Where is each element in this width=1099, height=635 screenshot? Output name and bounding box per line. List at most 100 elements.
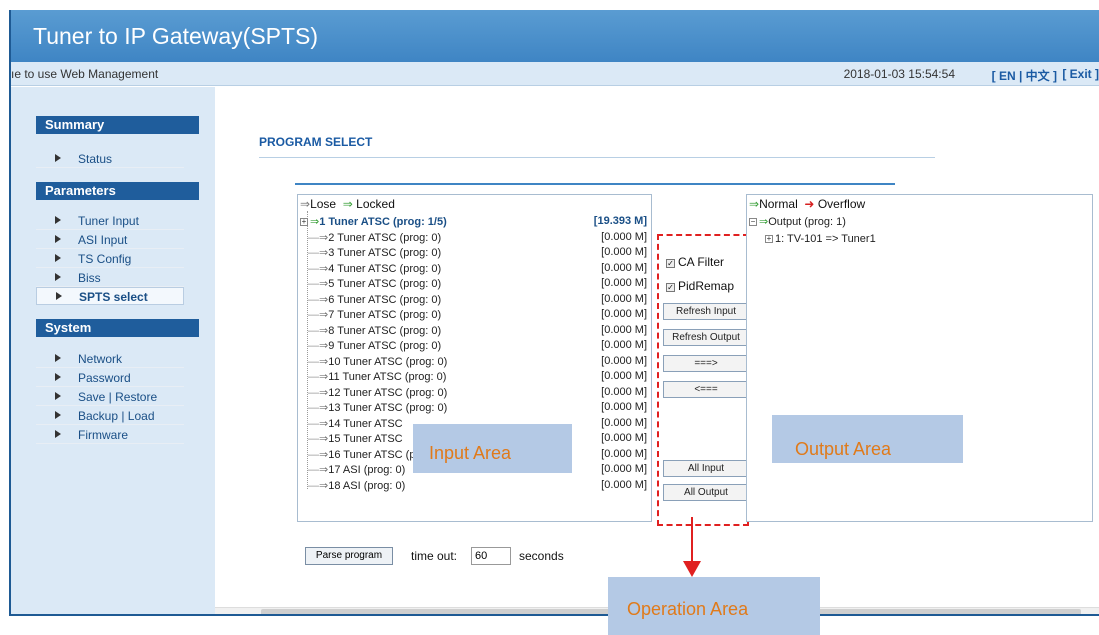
datetime: 2018-01-03 15:54:54 xyxy=(843,67,955,81)
tree-branch: — xyxy=(308,278,319,290)
sidebar-item-status[interactable]: Status xyxy=(36,150,184,168)
welcome-text: ıe to use Web Management xyxy=(11,67,159,81)
sidebar-item-ts-config[interactable]: TS Config xyxy=(36,250,184,268)
input-row[interactable]: —⇒4 Tuner ATSC (prog: 0) xyxy=(308,262,648,276)
input-row-rate: [0.000 M] xyxy=(601,277,647,289)
pid-remap-checkbox[interactable]: ✓ PidRemap xyxy=(666,279,734,293)
section-parameters: Parameters xyxy=(36,182,199,200)
input-row-rate: [19.393 M] xyxy=(593,215,647,227)
input-row[interactable]: —⇒8 Tuner ATSC (prog: 0) xyxy=(308,324,648,338)
section-system: System xyxy=(36,319,199,337)
tree-branch: — xyxy=(308,324,319,337)
input-row[interactable]: —⇒11 Tuner ATSC (prog: 0) xyxy=(308,370,648,384)
input-row-label: 4 Tuner ATSC (prog: 0) xyxy=(328,262,442,275)
sidebar-item-label: Save | Restore xyxy=(78,390,158,404)
sidebar-item-asi-input[interactable]: ASI Input xyxy=(36,231,184,249)
browser-window: Tuner to IP Gateway(SPTS) ıe to use Web … xyxy=(9,10,1099,616)
sidebar-item-network[interactable]: Network xyxy=(36,350,184,368)
page-title: PROGRAM SELECT xyxy=(259,135,373,149)
arrow-right-icon: ⇒ xyxy=(319,324,329,337)
input-row-label: 1 Tuner ATSC (prog: 1/5) xyxy=(319,216,447,228)
output-root[interactable]: − ⇒Output (prog: 1) xyxy=(749,215,846,229)
output-panel[interactable]: ⇒Normal ➜ Overflow − ⇒Output (prog: 1) +1… xyxy=(746,194,1093,522)
triangle-right-icon xyxy=(55,254,61,262)
arrow-right-icon: ⇒ xyxy=(319,448,329,461)
tree-branch: — xyxy=(308,355,319,368)
triangle-right-icon xyxy=(56,292,62,300)
input-row-rate: [0.000 M] xyxy=(601,339,647,351)
parse-program-button[interactable]: Parse program xyxy=(305,547,393,565)
input-row-rate: [0.000 M] xyxy=(601,416,647,429)
sidebar-item-tuner-input[interactable]: Tuner Input xyxy=(36,212,184,230)
output-program[interactable]: +1: TV-101 => Tuner1 xyxy=(765,233,876,247)
input-row[interactable]: —⇒10 Tuner ATSC (prog: 0) xyxy=(308,355,648,369)
arrow-right-icon: ⇒ xyxy=(319,231,329,244)
timeout-input[interactable]: 60 xyxy=(471,547,511,565)
tree-branch: — xyxy=(308,479,319,492)
triangle-right-icon xyxy=(55,411,61,419)
arrow-right-icon: ➜ xyxy=(804,197,815,211)
sidebar-item-label: Network xyxy=(78,352,123,366)
arrow-right-icon: ⇒ xyxy=(319,402,329,414)
input-row[interactable]: —⇒9 Tuner ATSC (prog: 0) xyxy=(308,339,648,353)
input-row-rate: [0.000 M] xyxy=(601,447,647,460)
tree-branch: — xyxy=(308,386,319,399)
section-summary: Summary xyxy=(36,116,199,134)
sidebar: Summary Status Parameters Tuner Input AS… xyxy=(11,87,215,614)
input-row-rate: [0.000 M] xyxy=(601,478,647,491)
input-row-rate: [0.000 M] xyxy=(601,292,647,305)
tree-branch: — xyxy=(308,371,319,383)
sidebar-item-label: Tuner Input xyxy=(78,214,139,228)
exit-link[interactable]: [ Exit ] xyxy=(1062,67,1099,81)
sidebar-item-label: TS Config xyxy=(78,252,132,266)
input-row-rate: [0.000 M] xyxy=(601,261,647,274)
expand-icon[interactable]: + xyxy=(300,218,308,226)
input-row[interactable]: —⇒12 Tuner ATSC (prog: 0) xyxy=(308,386,648,400)
input-row-label: 9 Tuner ATSC (prog: 0) xyxy=(328,340,442,352)
ca-filter-checkbox[interactable]: ✓ CA Filter xyxy=(666,255,724,269)
sidebar-item-password[interactable]: Password xyxy=(36,369,184,387)
input-legend: ⇒Lose ⇒ Locked xyxy=(300,197,395,211)
input-row-label: 11 Tuner ATSC (prog: 0) xyxy=(328,371,447,383)
arrow-right-icon: ⇒ xyxy=(319,479,329,492)
sidebar-item-backup-load[interactable]: Backup | Load xyxy=(36,407,184,425)
arrow-right-icon: ⇒ xyxy=(342,197,353,211)
remove-program-button[interactable]: <=== xyxy=(663,381,749,398)
sidebar-item-label: ASI Input xyxy=(78,233,128,247)
all-output-button[interactable]: All Output xyxy=(663,484,749,501)
input-row[interactable]: + ⇒1 Tuner ATSC (prog: 1/5) xyxy=(300,215,640,229)
tree-branch: — xyxy=(308,309,319,321)
input-row[interactable]: —⇒13 Tuner ATSC (prog: 0) xyxy=(308,401,648,415)
input-row[interactable]: —⇒7 Tuner ATSC (prog: 0) xyxy=(308,308,648,322)
input-row-rate: [0.000 M] xyxy=(601,230,647,243)
language-switch[interactable]: [ EN | 中文 ] xyxy=(992,67,1057,84)
info-bar: ıe to use Web Management 2018-01-03 15:5… xyxy=(11,62,1099,86)
app-title: Tuner to IP Gateway(SPTS) xyxy=(33,23,319,49)
ca-filter-label: CA Filter xyxy=(678,255,725,269)
input-row[interactable]: —⇒6 Tuner ATSC (prog: 0) xyxy=(308,293,648,307)
add-program-button[interactable]: ===> xyxy=(663,355,749,372)
sidebar-item-biss[interactable]: Biss xyxy=(36,269,184,287)
arrow-right-icon: ⇒ xyxy=(319,309,329,321)
collapse-icon[interactable]: − xyxy=(749,218,757,226)
all-input-button[interactable]: All Input xyxy=(663,460,749,477)
triangle-right-icon xyxy=(55,154,61,162)
sidebar-item-save-restore[interactable]: Save | Restore xyxy=(36,388,184,406)
expand-icon[interactable]: + xyxy=(765,235,773,243)
refresh-input-button[interactable]: Refresh Input xyxy=(663,303,749,320)
legend-locked: Locked xyxy=(356,197,395,211)
arrow-right-icon: ⇒ xyxy=(319,293,329,306)
sidebar-item-firmware[interactable]: Firmware xyxy=(36,426,184,444)
input-row[interactable]: —⇒18 ASI (prog: 0) xyxy=(308,479,648,493)
tree-branch: — xyxy=(308,293,319,306)
input-row[interactable]: —⇒3 Tuner ATSC (prog: 0) xyxy=(308,246,648,260)
input-row[interactable]: —⇒5 Tuner ATSC (prog: 0) xyxy=(308,277,648,291)
input-row[interactable]: —⇒2 Tuner ATSC (prog: 0) xyxy=(308,231,648,245)
title-bar: Tuner to IP Gateway(SPTS) xyxy=(11,10,1099,62)
refresh-output-button[interactable]: Refresh Output xyxy=(663,329,749,346)
arrow-right-icon: ⇒ xyxy=(319,262,329,275)
checkbox-checked-icon: ✓ xyxy=(666,259,675,268)
sidebar-item-spts-select[interactable]: SPTS select xyxy=(36,287,184,305)
page: Tuner to IP Gateway(SPTS) ıe to use Web … xyxy=(0,0,1099,635)
arrow-down-icon xyxy=(683,561,701,577)
